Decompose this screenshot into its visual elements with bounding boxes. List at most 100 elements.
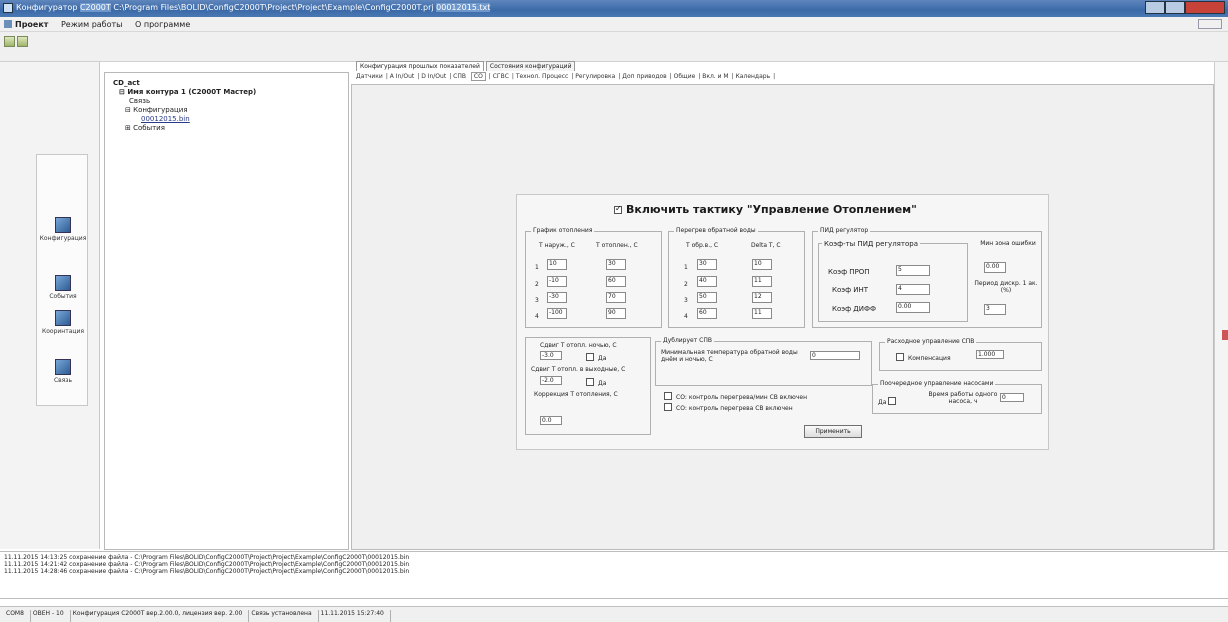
menu-bar: Проект Режим работы О программе (0, 17, 1228, 32)
return-row-num-4: 4 (684, 313, 688, 320)
pumps-checkbox[interactable]: Да (878, 397, 900, 406)
tab-calendar[interactable]: Календарь (736, 73, 771, 80)
tree-root[interactable]: CD_act (113, 79, 348, 88)
return-dt-1[interactable]: 10 (752, 259, 772, 270)
menu-item-mode[interactable]: Режим работы (61, 20, 123, 29)
return-dt-4[interactable]: 11 (752, 308, 772, 319)
status-device: ОВЕН - 10 (31, 610, 71, 622)
tab-d-inout[interactable]: D In/Out (421, 73, 446, 80)
nav-label-coordination: Кооринтация (42, 328, 84, 335)
checkbox-icon (896, 353, 904, 361)
pid-prop-input[interactable]: 5 (896, 265, 930, 276)
tab-spv[interactable]: СПВ (453, 73, 466, 80)
title-device: С2000Т (79, 3, 111, 12)
return-dt-3[interactable]: 12 (752, 292, 772, 303)
pid-zone-input[interactable]: 0.00 (984, 262, 1006, 273)
nav-label-config: Конфигурация (39, 235, 87, 242)
menu-item-about[interactable]: О программе (135, 20, 190, 29)
tab-config-states[interactable]: Состояния конфигураций (485, 61, 576, 71)
tab-process[interactable]: Технол. Процесс (516, 73, 569, 80)
heating-row-num-4: 4 (535, 313, 539, 320)
heating-col1: Т наруж., С (539, 242, 575, 249)
tab-a-inout[interactable]: A In/Out (390, 73, 414, 80)
shift-corr-input[interactable]: 0.0 (540, 416, 562, 425)
dhw-ctrl2-checkbox[interactable]: СО: контроль перегрева СВ включен (664, 403, 793, 412)
tree-node-config[interactable]: ⊟ Конфигурация (113, 106, 348, 115)
heating-row-num-1: 1 (535, 264, 539, 271)
title-file: 00012015.txt (436, 3, 491, 12)
apply-button[interactable]: Применить (804, 425, 862, 438)
return-row-num-1: 1 (684, 264, 688, 271)
return-dt-2[interactable]: 11 (752, 276, 772, 287)
config-icon (55, 217, 71, 233)
shift-night-input[interactable]: -3.0 (540, 351, 562, 360)
checkbox-icon (614, 204, 622, 214)
maximize-button[interactable] (1165, 1, 1185, 14)
tab-sensors[interactable]: Датчики (356, 73, 383, 80)
tab-sgvs[interactable]: СГВС (493, 73, 509, 80)
heating-t-heat-1[interactable]: 30 (606, 259, 626, 270)
nav-item-coordination[interactable]: Кооринтация (37, 310, 89, 335)
sub-tabs: Датчики | A In/Out | D In/Out | СПВ CO | СГВ… (356, 72, 776, 81)
pid-diff-label: Коэф ДИФФ (832, 305, 877, 313)
heating-t-heat-4[interactable]: 90 (606, 308, 626, 319)
heating-t-out-2[interactable]: -10 (547, 276, 567, 287)
cascade-input[interactable]: 1.000 (976, 350, 1004, 359)
mdi-controls[interactable] (1198, 19, 1222, 29)
heating-row-num-2: 2 (535, 281, 539, 288)
nav-item-connection[interactable]: Связь (37, 359, 89, 384)
menu-item-project[interactable]: Проект (4, 20, 48, 29)
tab-regulation[interactable]: Регулировка (575, 73, 615, 80)
nav-item-config[interactable]: Конфигурация (37, 217, 89, 242)
pid-period-input[interactable]: 3 (984, 304, 1006, 315)
chart-icon[interactable] (4, 36, 15, 47)
return-t-2[interactable]: 40 (697, 276, 717, 287)
heating-t-heat-2[interactable]: 60 (606, 276, 626, 287)
dhw-min-input[interactable]: 0 (810, 351, 860, 360)
return-row-num-3: 3 (684, 297, 688, 304)
tab-onoff[interactable]: Вкл. и М (702, 73, 728, 80)
pid-coef-title: Коэф-ты ПИД регулятора (822, 240, 920, 248)
return-t-1[interactable]: 30 (697, 259, 717, 270)
return-t-4[interactable]: 60 (697, 308, 717, 319)
status-port: COM8 (4, 610, 31, 622)
nav-bar: Конфигурация События Кооринтация Связь (36, 154, 88, 406)
heating-t-out-4[interactable]: -100 (547, 308, 567, 319)
heating-t-out-1[interactable]: 10 (547, 259, 567, 270)
cascade-checkbox[interactable]: Компенсация (896, 353, 951, 362)
tab-co[interactable]: CO (470, 72, 486, 81)
tree-device[interactable]: ⊟ Имя контура 1 (С2000Т Мастер) (113, 88, 348, 97)
title-path: C:\Program Files\BOLID\ConfigC2000T\Proj… (113, 3, 434, 12)
window-titlebar: Конфигуратор С2000Т C:\Program Files\BOL… (0, 0, 1228, 17)
shift-night-checkbox[interactable]: Да (586, 353, 606, 362)
pid-diff-input[interactable]: 0.00 (896, 302, 930, 313)
nav-item-events[interactable]: События (37, 275, 89, 300)
tab-config-history[interactable]: Конфигурация прошлых показателей (356, 61, 484, 71)
close-button[interactable] (1185, 1, 1225, 14)
return-col2: Delta T, С (751, 242, 781, 249)
log-line: 11.11.2015 14:21:42 сохранение файла - C… (4, 561, 410, 568)
tab-general[interactable]: Общие (674, 73, 696, 80)
heating-t-heat-3[interactable]: 70 (606, 292, 626, 303)
tab-drives[interactable]: Доп приводов (622, 73, 666, 80)
dhw-ctrl1-checkbox[interactable]: СО: контроль перегрева/мин СВ включен (664, 392, 807, 401)
app-icon (3, 3, 13, 13)
chart-icon-2[interactable] (17, 36, 28, 47)
heating-t-out-3[interactable]: -30 (547, 292, 567, 303)
top-tabs: Конфигурация прошлых показателей Состоян… (356, 61, 577, 71)
pumps-time-input[interactable]: 0 (1000, 393, 1024, 402)
tree-node-events[interactable]: ⊞ События (113, 124, 348, 133)
minimize-button[interactable] (1145, 1, 1165, 14)
tree-node-connection[interactable]: Связь (113, 97, 348, 106)
pid-int-input[interactable]: 4 (896, 284, 930, 295)
pid-prop-label: Коэф ПРОП (828, 268, 870, 276)
checkbox-icon (888, 397, 897, 405)
coordination-icon (55, 310, 71, 326)
checkbox-icon (586, 353, 594, 361)
enable-heating-checkbox[interactable]: Включить тактику "Управление Отоплением" (614, 203, 917, 216)
return-t-3[interactable]: 50 (697, 292, 717, 303)
shift-weekend-input[interactable]: -2.0 (540, 376, 562, 385)
pid-title: ПИД регулятор (818, 227, 871, 234)
tree-node-file[interactable]: 00012015.bin (113, 115, 348, 124)
shift-weekend-checkbox[interactable]: Да (586, 378, 606, 387)
